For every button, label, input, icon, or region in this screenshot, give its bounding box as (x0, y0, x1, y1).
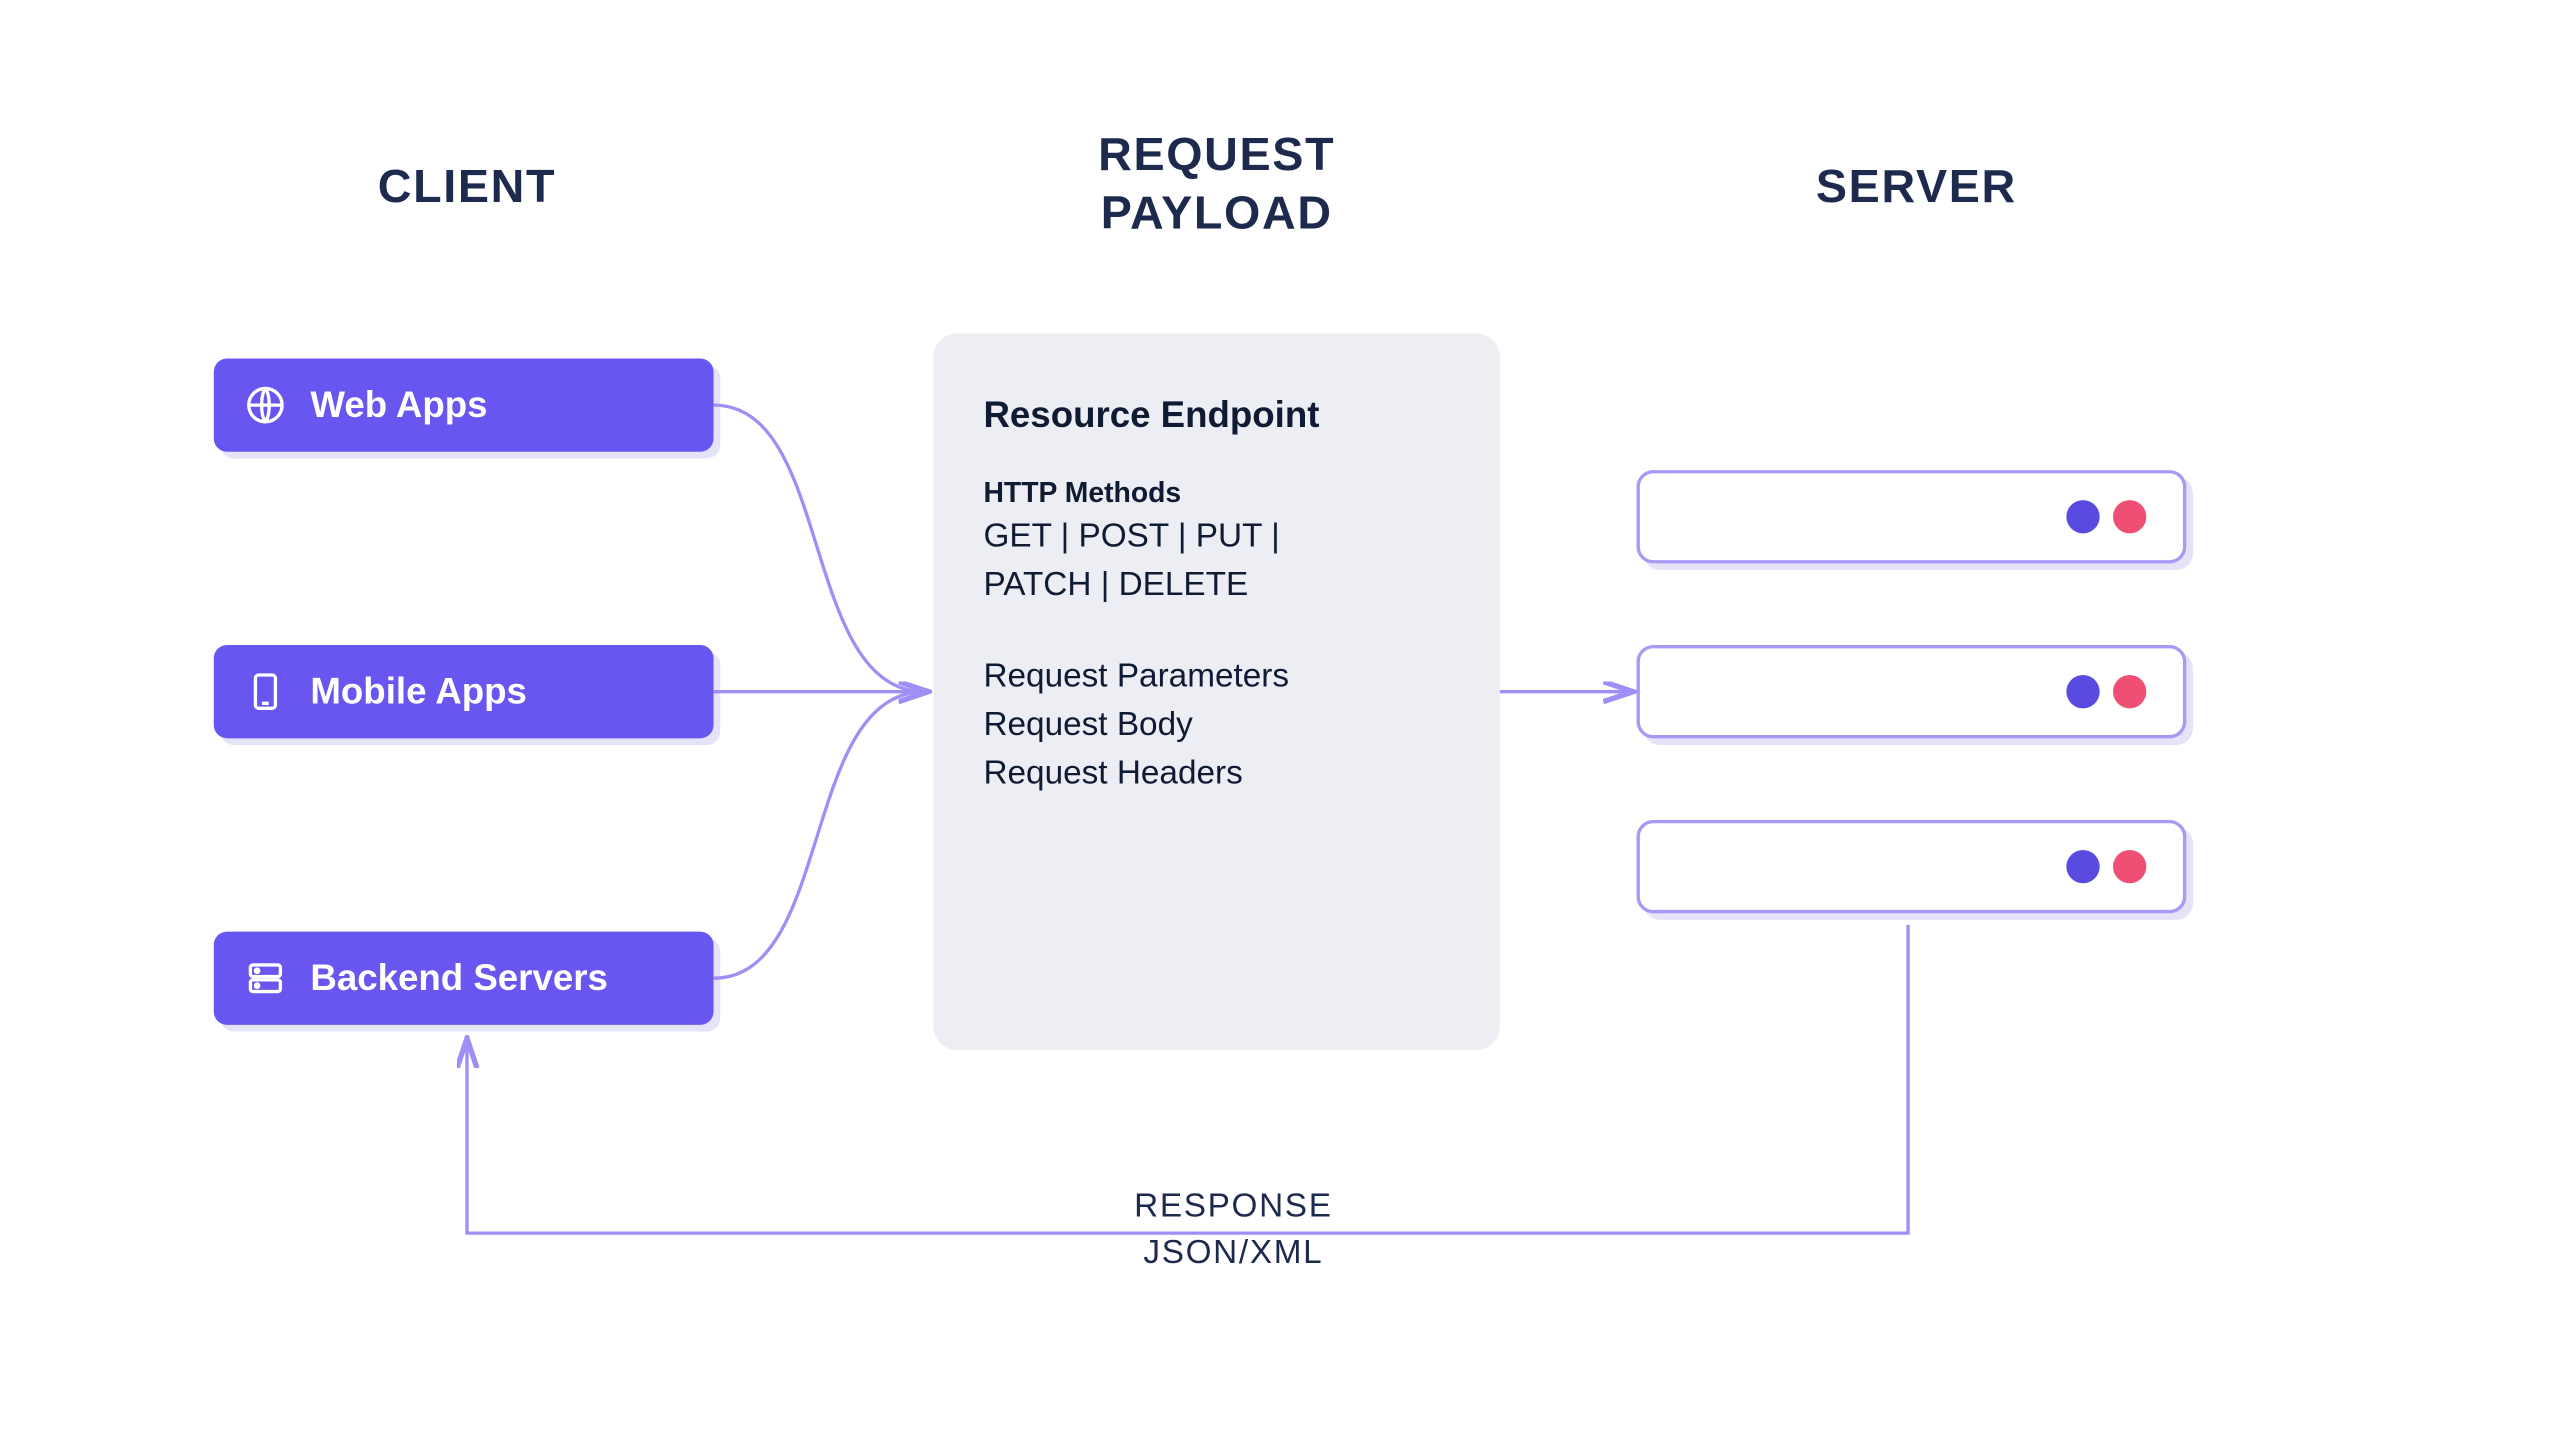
status-dot-red (2113, 850, 2146, 883)
status-dot-blue (2066, 675, 2099, 708)
response-line1: RESPONSE (1134, 1188, 1333, 1225)
payload-title: Resource Endpoint (983, 393, 1449, 436)
request-payload-box: Resource Endpoint HTTP Methods GET | POS… (933, 333, 1499, 1049)
status-dot-blue (2066, 850, 2099, 883)
server-node-1 (1637, 470, 2187, 563)
response-line2: JSON/XML (1143, 1235, 1323, 1272)
request-heading: REQUEST PAYLOAD (983, 125, 1449, 242)
request-heading-line2: PAYLOAD (1101, 187, 1333, 239)
payload-body: Request Body (983, 702, 1449, 750)
server-icon (244, 957, 287, 1000)
status-dot-red (2113, 675, 2146, 708)
globe-icon (244, 383, 287, 426)
request-heading-line1: REQUEST (1098, 129, 1335, 181)
client-mobile-apps: Mobile Apps (214, 645, 714, 738)
mobile-icon (244, 670, 287, 713)
server-node-2 (1637, 645, 2187, 738)
server-heading: SERVER (1683, 160, 2149, 213)
server-node-3 (1637, 820, 2187, 913)
client-mobile-label: Mobile Apps (310, 670, 527, 713)
status-dot-red (2113, 500, 2146, 533)
client-backend-label: Backend Servers (310, 957, 607, 1000)
response-label: RESPONSE JSON/XML (1067, 1183, 1400, 1276)
client-web-label: Web Apps (310, 383, 487, 426)
client-backend-servers: Backend Servers (214, 932, 714, 1025)
payload-http-label: HTTP Methods (983, 477, 1449, 510)
diagram-stage: CLIENT REQUEST PAYLOAD SERVER Web Apps M… (1, 0, 2560, 1439)
payload-headers: Request Headers (983, 750, 1449, 798)
client-heading: CLIENT (234, 160, 700, 213)
status-dot-blue (2066, 500, 2099, 533)
payload-params: Request Parameters (983, 653, 1449, 701)
client-web-apps: Web Apps (214, 358, 714, 451)
payload-http-methods: GET | POST | PUT | PATCH | DELETE (983, 513, 1366, 610)
